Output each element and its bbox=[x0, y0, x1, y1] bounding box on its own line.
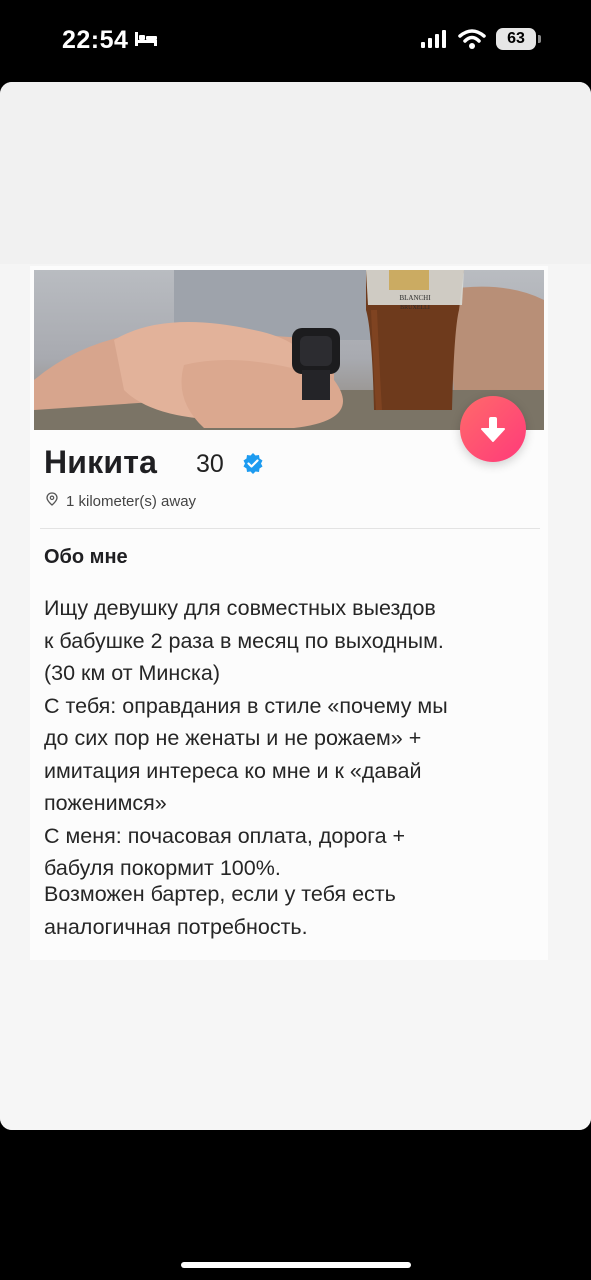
glass-label-line-2: BRUXELLI bbox=[400, 305, 430, 311]
bio-line: поженимся» bbox=[44, 791, 167, 815]
bed-icon bbox=[134, 30, 158, 53]
about-section-title: Обо мне bbox=[44, 546, 128, 568]
viewer-bottom-area bbox=[0, 960, 591, 1130]
rewind-button[interactable] bbox=[460, 396, 526, 462]
bio-line: С меня: почасовая оплата, дорога + bbox=[44, 823, 406, 848]
arrow-down-icon bbox=[481, 417, 505, 442]
wifi-icon bbox=[458, 28, 486, 55]
bio-line: к бабушке 2 раза в месяц по выходным. bbox=[44, 628, 444, 653]
battery-icon: 63 bbox=[496, 28, 536, 50]
bio-line: имитация интереса ко мне и к «давай bbox=[44, 758, 422, 783]
bio-line: Возможен бартер, если у тебя есть bbox=[44, 882, 396, 906]
bio-line: аналогичная потребность. bbox=[44, 914, 308, 939]
signal-icon bbox=[420, 30, 448, 55]
distance-row: 1 kilometer(s) away bbox=[46, 492, 196, 511]
location-pin-icon bbox=[46, 492, 58, 511]
profile-card-screenshot: BLANCHI BRUXELLI Никита 30 1 kilometer(s… bbox=[30, 266, 548, 960]
bio-line: Ищу девушку для совместных выездов bbox=[44, 596, 436, 620]
image-viewer[interactable]: BLANCHI BRUXELLI Никита 30 1 kilometer(s… bbox=[0, 82, 591, 1130]
bio-line: С тебя: оправдания в стиле «почему мы bbox=[44, 693, 448, 718]
profile-name: Никита bbox=[44, 444, 158, 480]
status-time: 22:54 bbox=[62, 26, 129, 54]
home-indicator[interactable] bbox=[181, 1262, 411, 1268]
profile-age: 30 bbox=[196, 450, 224, 478]
bio-line: до сих пор не женаты и не рожаем» + bbox=[44, 726, 422, 750]
distance-text: 1 kilometer(s) away bbox=[66, 493, 197, 510]
viewer-top-area bbox=[0, 82, 591, 264]
verified-badge-icon bbox=[242, 452, 264, 479]
glass-label-line-1: BLANCHI bbox=[399, 294, 431, 302]
bio-extra-text: Возможен бартер, если у тебя есть аналог… bbox=[44, 878, 542, 943]
bio-line: (30 км от Минска) bbox=[44, 661, 221, 685]
battery-cap bbox=[538, 35, 541, 43]
divider bbox=[40, 528, 540, 529]
status-bar: 22:54 63 bbox=[0, 0, 591, 80]
bio-text: Ищу девушку для совместных выездов к баб… bbox=[44, 592, 542, 885]
